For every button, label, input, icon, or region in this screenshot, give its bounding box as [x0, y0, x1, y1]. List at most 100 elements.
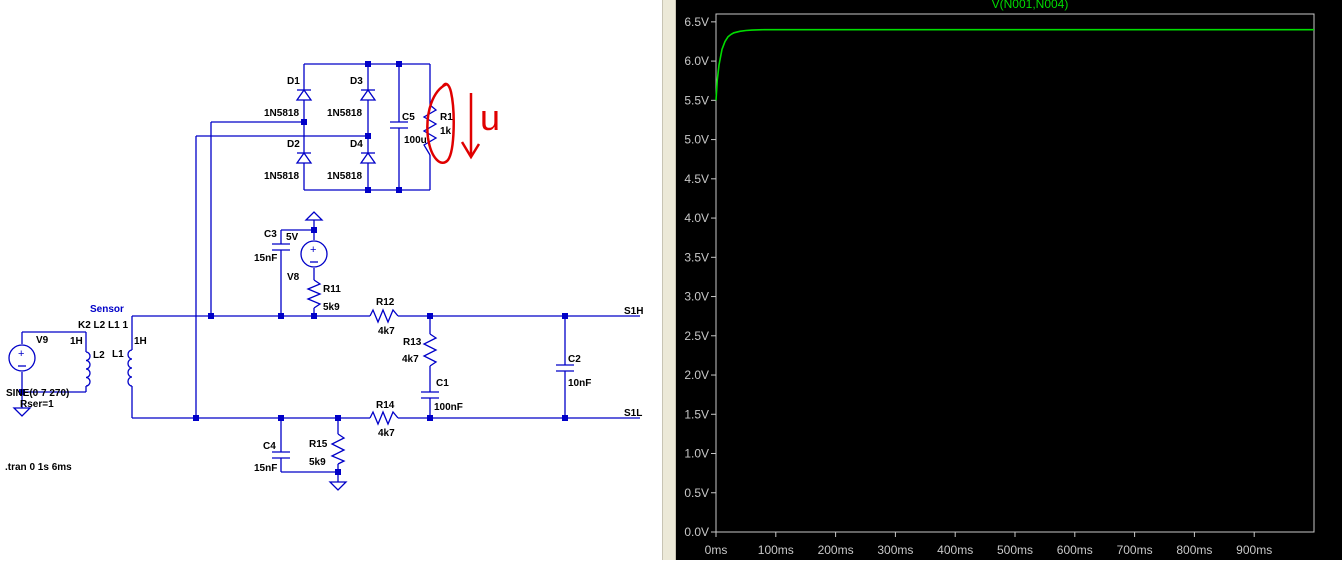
red-annotation: u [426, 82, 500, 164]
pane-splitter[interactable] [662, 0, 676, 560]
r15-value: 5k9 [309, 457, 326, 468]
plot-frame [715, 13, 1315, 533]
r11-value: 5k9 [323, 302, 340, 313]
capacitor-c2[interactable]: C2 10nF [556, 316, 591, 418]
voltage-source-v8[interactable]: + 5V V8 [286, 232, 328, 283]
d3-model: 1N5818 [327, 108, 362, 119]
v8-value: 5V [286, 232, 299, 243]
r13-ref: R13 [403, 337, 422, 348]
v8-ref: V8 [287, 272, 300, 283]
v9-value: SINE(0 7 270) [6, 388, 69, 399]
r13-value: 4k7 [402, 354, 419, 365]
inductor-l1[interactable]: L1 1H [112, 316, 147, 418]
c2-ref: C2 [568, 354, 581, 365]
voltage-source-v9[interactable]: + V9 SINE(0 7 270) Rser=1 [6, 335, 69, 410]
tran-directive[interactable]: .tran 0 1s 6ms [5, 462, 72, 473]
y-tick-label: 6.0V [684, 54, 709, 68]
y-tick-label: 6.5V [684, 15, 709, 29]
c1-ref: C1 [436, 378, 449, 389]
c3-ref: C3 [264, 229, 277, 240]
d4-ref: D4 [350, 139, 363, 150]
resistor-r14[interactable]: R14 4k7 [369, 400, 399, 439]
l2-ref: L2 [93, 350, 105, 361]
d2-ref: D2 [287, 139, 300, 150]
y-tick-label: 0.5V [684, 486, 709, 500]
coupling-directive[interactable]: K2 L2 L1 1 [78, 320, 128, 331]
r1-ref: R1 [440, 112, 453, 123]
c3-value: 15nF [254, 253, 277, 264]
y-axis: 0.0V 0.5V 1.0V 1.5V 2.0V 2.5V 3.0V 3.5V 4.0V 4.5V… [684, 15, 716, 539]
r15-ref: R15 [309, 439, 328, 450]
bias-network-bottom [280, 418, 341, 482]
r12-ref: R12 [376, 297, 395, 308]
capacitor-c1[interactable]: C1 100nF [421, 378, 463, 413]
capacitor-c4[interactable]: C4 15nF [254, 441, 290, 474]
c4-ref: C4 [263, 441, 276, 452]
resistor-r11[interactable]: R11 5k9 [306, 279, 341, 313]
d1-ref: D1 [287, 76, 300, 87]
trace-line[interactable] [715, 28, 1314, 101]
waveform-plot[interactable]: V(N001,N004) 0.0V 0.5V 1.0V 1.5V 2.0V 2.5V 3.0… [676, 0, 1342, 560]
r14-value: 4k7 [378, 428, 395, 439]
resistor-r13[interactable]: R13 4k7 [402, 333, 438, 367]
sensor-label[interactable]: Sensor [90, 304, 124, 315]
resistor-r12[interactable]: R12 4k7 [369, 297, 399, 337]
d1-model: 1N5818 [264, 108, 299, 119]
l1-value: 1H [134, 336, 147, 347]
y-tick-label: 3.5V [684, 250, 709, 264]
net-label-s1l[interactable]: S1L [624, 408, 642, 419]
c5-value: 100u [404, 135, 427, 146]
y-tick-label: 1.5V [684, 407, 709, 421]
c5-ref: C5 [402, 112, 415, 123]
c1-value: 100nF [434, 402, 463, 413]
v9-ref: V9 [36, 335, 49, 346]
y-tick-label: 3.0V [684, 290, 709, 304]
c2-value: 10nF [568, 378, 591, 389]
y-tick-label: 4.0V [684, 211, 709, 225]
inductor-l2[interactable]: L2 1H [70, 332, 105, 392]
y-tick-label: 1.0V [684, 447, 709, 461]
x-tick-label: 700ms [1117, 543, 1153, 557]
r14-ref: R14 [376, 400, 395, 411]
y-tick-label: 5.5V [684, 93, 709, 107]
plus-icon: + [18, 348, 24, 360]
x-tick-label: 500ms [997, 543, 1033, 557]
bridge-feed-wires [195, 121, 368, 418]
trace-title[interactable]: V(N001,N004) [992, 0, 1069, 11]
circle-scribble-icon [426, 82, 455, 164]
bridge-rectifier [301, 61, 431, 193]
x-tick-label: 600ms [1057, 543, 1093, 557]
schematic-editor[interactable]: D1 1N5818 D2 1N5818 D3 1N5818 D4 1N5818 … [0, 0, 662, 560]
x-tick-label: 400ms [937, 543, 973, 557]
r12-value: 4k7 [378, 326, 395, 337]
ground-symbol-bottom [328, 481, 348, 491]
y-tick-label: 2.5V [684, 329, 709, 343]
y-tick-label: 0.0V [684, 525, 709, 539]
schematic-canvas[interactable]: D1 1N5818 D2 1N5818 D3 1N5818 D4 1N5818 … [0, 0, 662, 560]
net-label-s1h[interactable]: S1H [624, 306, 643, 317]
d4-model: 1N5818 [327, 171, 362, 182]
l1-ref: L1 [112, 349, 124, 360]
capacitor-c5[interactable]: C5 100u [390, 112, 427, 146]
y-tick-label: 5.0V [684, 133, 709, 147]
x-tick-label: 300ms [877, 543, 913, 557]
x-tick-label: 800ms [1176, 543, 1212, 557]
r1-value: 1k [440, 126, 452, 137]
d2-model: 1N5818 [264, 171, 299, 182]
traces [715, 28, 1314, 101]
annotation-text: u [480, 97, 500, 138]
capacitor-c3[interactable]: C3 15nF [254, 229, 290, 264]
x-tick-label: 100ms [758, 543, 794, 557]
x-axis: 0ms 100ms 200ms 300ms 400ms 500ms 600ms 700ms 80… [705, 532, 1272, 557]
resistor-r15[interactable]: R15 5k9 [309, 433, 346, 468]
plus-icon: + [310, 244, 316, 256]
l2-value: 1H [70, 336, 83, 347]
x-tick-label: 0ms [705, 543, 728, 557]
r11-ref: R11 [323, 284, 341, 295]
waveform-viewer[interactable]: V(N001,N004) 0.0V 0.5V 1.0V 1.5V 2.0V 2.5V 3.0… [676, 0, 1342, 560]
y-tick-label: 4.5V [684, 172, 709, 186]
ground-flag-top [304, 211, 324, 221]
x-tick-label: 200ms [818, 543, 854, 557]
x-tick-label: 900ms [1236, 543, 1272, 557]
y-tick-label: 2.0V [684, 368, 709, 382]
